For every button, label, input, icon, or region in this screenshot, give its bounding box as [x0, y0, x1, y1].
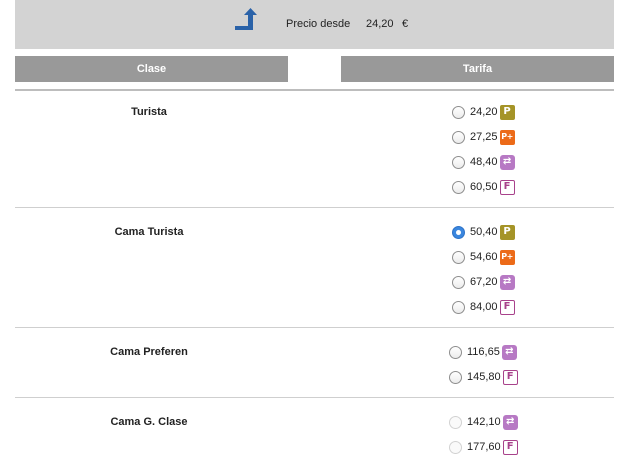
class-name: Cama G. Clase	[110, 416, 188, 428]
table-divider	[15, 89, 614, 91]
promo-plus-fare-icon: P+	[499, 249, 515, 265]
fare-option[interactable]: 48,40 ⇄	[452, 152, 515, 172]
fare-price: 54,60	[470, 251, 498, 263]
fare-radio[interactable]	[452, 300, 465, 314]
flexible-fare-icon: F	[499, 299, 515, 315]
fare-option[interactable]: 145,80 F	[449, 367, 518, 387]
price-from-label: Precio desde	[286, 18, 351, 30]
fare-price: 24,20	[470, 106, 498, 118]
fare-price: 177,60	[467, 441, 501, 453]
turn-up-arrow-icon	[235, 8, 257, 30]
row-divider	[15, 327, 614, 328]
fare-price: 116,65	[467, 346, 500, 358]
fare-price: 60,50	[470, 181, 498, 193]
fare-price: 145,80	[467, 371, 501, 383]
fare-radio[interactable]	[452, 250, 465, 264]
fare-option[interactable]: 60,50 F	[452, 177, 515, 197]
flexible-fare-icon: F	[502, 369, 518, 385]
fare-price: 142,10	[467, 416, 501, 428]
fare-option[interactable]: 27,25 P+	[452, 127, 515, 147]
fare-radio[interactable]	[452, 275, 465, 289]
fare-radio[interactable]	[452, 225, 465, 239]
column-header-clase: Clase	[15, 56, 288, 82]
fare-price: 50,40	[470, 226, 498, 238]
fare-radio[interactable]	[452, 155, 465, 169]
fare-option[interactable]: 50,40 P	[452, 222, 515, 242]
fare-radio	[449, 415, 462, 429]
promo-fare-icon: P	[499, 224, 515, 240]
class-name: Turista	[131, 106, 167, 118]
column-header-tarifa: Tarifa	[341, 56, 614, 82]
flexible-exchange-icon: ⇄	[501, 344, 517, 360]
fare-option[interactable]: 116,65 ⇄	[449, 342, 517, 362]
fare-option[interactable]: 84,00 F	[452, 297, 515, 317]
class-name: Cama Preferen	[110, 346, 188, 358]
promo-plus-fare-icon: P+	[499, 129, 515, 145]
row-divider	[15, 207, 614, 208]
price-header: Precio desde 24,20 €	[15, 0, 614, 49]
flexible-fare-icon: F	[499, 179, 515, 195]
fare-price: 84,00	[470, 301, 498, 313]
fare-option[interactable]: 24,20 P	[452, 102, 515, 122]
fare-price: 67,20	[470, 276, 498, 288]
class-name: Cama Turista	[114, 226, 184, 238]
fare-option: 177,60 F	[449, 437, 518, 457]
fare-price: 27,25	[470, 131, 498, 143]
fare-option[interactable]: 54,60 P+	[452, 247, 515, 267]
promo-fare-icon: P	[499, 104, 515, 120]
fare-radio[interactable]	[452, 105, 465, 119]
fare-radio[interactable]	[452, 180, 465, 194]
flexible-exchange-icon: ⇄	[502, 414, 518, 430]
fare-option[interactable]: 67,20 ⇄	[452, 272, 515, 292]
fare-radio[interactable]	[452, 130, 465, 144]
currency-symbol: €	[402, 18, 409, 30]
fare-radio[interactable]	[449, 345, 462, 359]
fare-option: 142,10 ⇄	[449, 412, 518, 432]
fare-price: 48,40	[470, 156, 498, 168]
fare-radio	[449, 440, 462, 454]
flexible-fare-icon: F	[502, 439, 518, 455]
flexible-exchange-icon: ⇄	[499, 274, 515, 290]
fare-radio[interactable]	[449, 370, 462, 384]
price-from-value: 24,20	[366, 18, 394, 30]
row-divider	[15, 397, 614, 398]
flexible-exchange-icon: ⇄	[499, 154, 515, 170]
